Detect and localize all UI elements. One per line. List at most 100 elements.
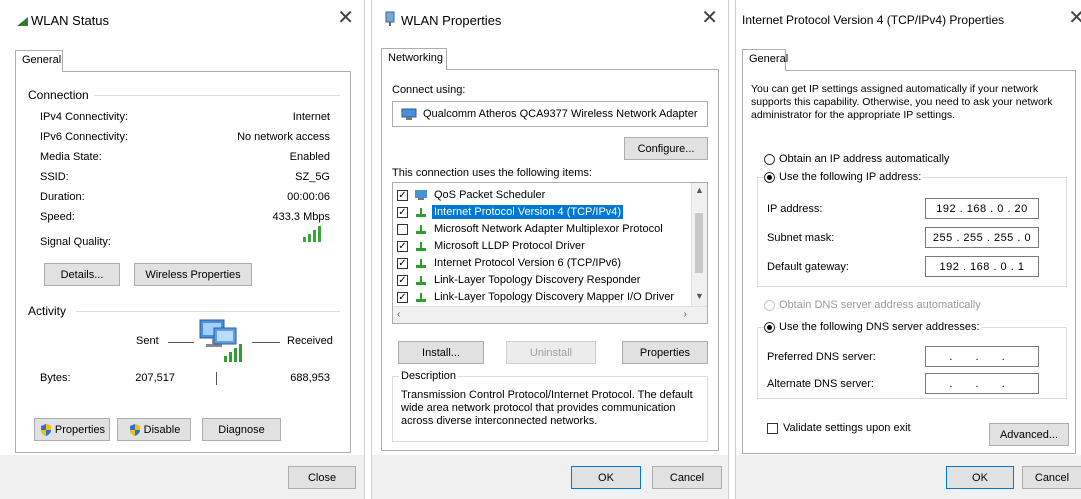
protocol-icon (416, 242, 426, 251)
preferred-dns-label: Preferred DNS server: (767, 351, 876, 363)
scroll-thumb[interactable] (695, 213, 703, 273)
bytes-sent-value: 207,517 (135, 372, 175, 384)
item-label: Internet Protocol Version 6 (TCP/IPv6) (434, 257, 622, 269)
alternate-dns-field[interactable]: . . . (925, 373, 1039, 394)
connection-group-line (94, 95, 340, 96)
row-label: IPv6 Connectivity: (40, 131, 129, 143)
props-ok-button[interactable]: OK (571, 466, 641, 489)
props-footer: OK Cancel (372, 455, 728, 499)
list-item[interactable]: ✓ Microsoft LLDP Protocol Driver (397, 237, 691, 255)
advanced-button[interactable]: Advanced... (989, 423, 1069, 446)
props-properties-button[interactable]: Properties (622, 341, 708, 364)
received-label: Received (287, 335, 333, 347)
list-item[interactable]: ✓ Link-Layer Topology Discovery Mapper I… (397, 288, 691, 306)
bytes-divider (216, 372, 217, 385)
diagnose-button[interactable]: Diagnose (202, 418, 281, 441)
props-tab-networking[interactable]: Networking (381, 48, 447, 70)
obtain-ip-label[interactable]: Obtain an IP address automatically (779, 153, 949, 165)
obtain-dns-radio (764, 300, 775, 311)
row-label: Speed: (40, 211, 75, 223)
props-cancel-button[interactable]: Cancel (652, 466, 722, 489)
sent-label: Sent (136, 335, 159, 347)
connection-group-label: Connection (28, 88, 89, 102)
default-gateway-field[interactable]: 192 . 168 . 0 . 1 (925, 256, 1039, 277)
protocol-icon (416, 208, 426, 217)
use-dns-label[interactable]: Use the following DNS server addresses: (777, 321, 982, 333)
protocol-icon (416, 259, 426, 268)
ip-address-label: IP address: (767, 203, 823, 215)
scroll-up-icon[interactable]: ▲ (695, 185, 704, 195)
item-checkbox[interactable]: ✓ (397, 257, 408, 269)
row-label: SSID: (40, 171, 69, 183)
scroll-right-icon[interactable]: › (684, 309, 687, 320)
list-item[interactable]: ✓ QoS Packet Scheduler (397, 186, 691, 204)
ipv4-panel: You can get IP settings assigned automat… (742, 70, 1076, 454)
scroll-left-icon[interactable]: ‹ (397, 309, 400, 320)
ip-address-field[interactable]: 192 . 168 . 0 . 20 (925, 198, 1039, 219)
item-checkbox[interactable]: ✓ (397, 189, 408, 201)
bytes-label: Bytes: (40, 372, 71, 384)
row-value: No network access (237, 131, 330, 143)
item-checkbox[interactable]: ✓ (397, 206, 408, 218)
description-text: Transmission Control Protocol/Internet P… (401, 389, 693, 427)
signal-quality-label: Signal Quality: (40, 236, 111, 248)
signal-icon (17, 17, 28, 26)
ipv4-close-icon[interactable]: ✕ (1068, 8, 1081, 28)
use-ip-label[interactable]: Use the following IP address: (777, 171, 924, 183)
install-button[interactable]: Install... (398, 341, 484, 364)
status-tab-general[interactable]: General (15, 50, 63, 72)
item-checkbox[interactable]: ✓ (397, 240, 408, 252)
shield-icon (40, 423, 51, 436)
row-value: SZ_5G (295, 171, 330, 183)
props-titlebar: WLAN Properties ✕ (372, 0, 728, 40)
status-title: WLAN Status (31, 13, 110, 28)
list-item[interactable]: ✓ Internet Protocol Version 6 (TCP/IPv6) (397, 254, 691, 272)
scroll-down-icon[interactable]: ▼ (695, 291, 704, 301)
wlan-properties-window: WLAN Properties ✕ Networking Connect usi… (371, 0, 729, 499)
details-button[interactable]: Details... (44, 263, 120, 286)
horizontal-scrollbar[interactable]: ‹ › (393, 306, 707, 323)
row-label: IPv4 Connectivity: (40, 111, 129, 123)
protocol-icon (416, 225, 426, 234)
ipv4-ok-button[interactable]: OK (946, 466, 1014, 489)
row-value: Enabled (289, 151, 330, 163)
status-close-icon[interactable]: ✕ (337, 8, 354, 28)
row-value: Internet (292, 111, 330, 123)
ipv4-title: Internet Protocol Version 4 (TCP/IPv4) P… (742, 13, 1005, 27)
list-item[interactable]: Microsoft Network Adapter Multiplexor Pr… (397, 220, 691, 238)
vertical-scrollbar[interactable]: ▲ ▼ (691, 183, 707, 307)
close-button[interactable]: Close (288, 466, 356, 489)
subnet-mask-field[interactable]: 255 . 255 . 255 . 0 (925, 227, 1039, 248)
protocol-icon (416, 276, 426, 285)
item-checkbox[interactable]: ✓ (397, 291, 408, 303)
activity-group-label: Activity (28, 304, 67, 318)
ipv4-tab-general[interactable]: General (742, 49, 788, 71)
description-label: Description (399, 370, 459, 382)
ipv4-titlebar: Internet Protocol Version 4 (TCP/IPv4) P… (736, 0, 1081, 40)
obtain-ip-radio[interactable] (764, 154, 775, 165)
item-label: Link-Layer Topology Discovery Mapper I/O… (434, 291, 675, 303)
item-label: QoS Packet Scheduler (434, 189, 546, 201)
validate-checkbox[interactable] (767, 423, 778, 434)
network-computer-icon (199, 319, 242, 362)
list-item[interactable]: ✓ Link-Layer Topology Discovery Responde… (397, 271, 691, 289)
use-dns-radio[interactable] (764, 322, 775, 333)
wireless-properties-button[interactable]: Wireless Properties (134, 263, 252, 286)
preferred-dns-field[interactable]: . . . (925, 346, 1039, 367)
item-checkbox[interactable]: ✓ (397, 274, 408, 286)
use-ip-radio[interactable] (764, 172, 775, 183)
status-footer: Close (0, 455, 364, 499)
uninstall-button: Uninstall (506, 341, 596, 364)
configure-button[interactable]: Configure... (624, 137, 708, 160)
list-item[interactable]: ✓ Internet Protocol Version 4 (TCP/IPv4) (397, 203, 691, 221)
status-properties-button[interactable]: Properties (34, 418, 110, 441)
network-adapter-icon (385, 11, 395, 26)
item-checkbox[interactable] (397, 223, 408, 235)
adapter-name: Qualcomm Atheros QCA9377 Wireless Networ… (423, 108, 698, 120)
disable-button[interactable]: Disable (117, 418, 191, 441)
props-close-icon[interactable]: ✕ (701, 8, 718, 28)
disable-label: Disable (143, 423, 181, 436)
ipv4-cancel-button[interactable]: Cancel (1022, 466, 1081, 489)
validate-label[interactable]: Validate settings upon exit (783, 422, 911, 434)
item-label: Microsoft LLDP Protocol Driver (434, 240, 585, 252)
